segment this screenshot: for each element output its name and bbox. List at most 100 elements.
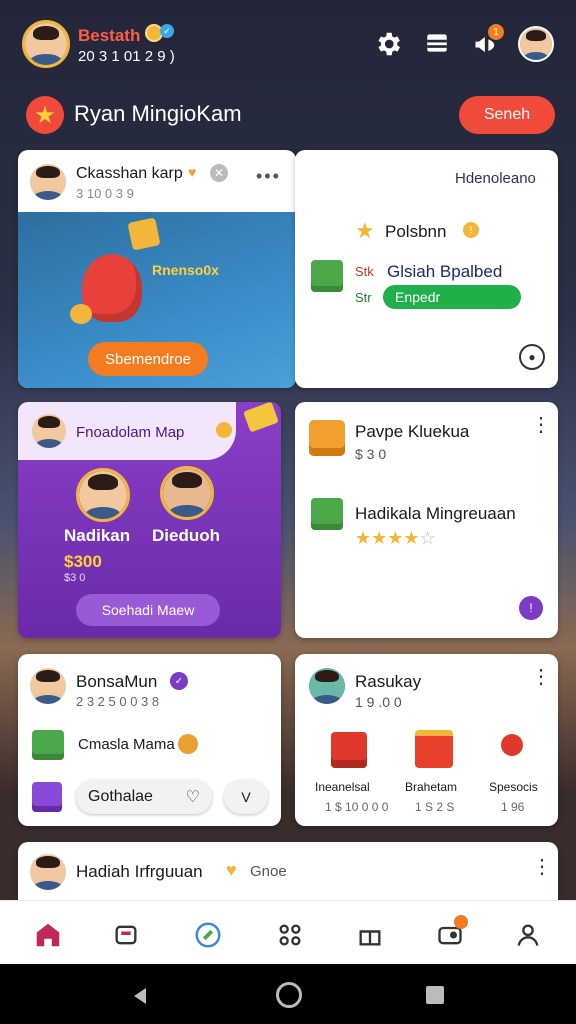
nav-explore-icon[interactable] [188,915,228,955]
more-options-icon[interactable]: ⋮ [532,857,552,877]
coin-icon [216,422,232,438]
nav-profile-icon[interactable] [508,915,548,955]
progress-label: Enpedr [395,289,441,305]
info-icon: ! [463,222,479,238]
location-pin-icon[interactable]: ● [519,344,545,370]
nav-messages-badge [454,915,468,929]
friend-item-label: Cmasla Mama [78,736,175,753]
nav-gift-icon[interactable] [350,915,390,955]
bottom-navigation [0,900,576,964]
coin-bag-icon [178,734,198,754]
gift-value: 1 $ 10 0 0 0 [325,800,389,814]
gift-shop-card[interactable]: Rasukay 1 9 .0 0 ⋮ Ineanelsal 1 $ 10 0 0… [295,654,558,826]
friend-pill-label: Gothalae [88,788,153,805]
gift-item[interactable]: Ineanelsal 1 $ 10 0 0 0 [309,728,391,818]
top-bar: Bestath ✓ 20 3 1 01 2 9 ) 1 [0,0,576,88]
prize-avatar [30,854,66,890]
gift-name: Ineanelsal [315,780,370,794]
banner-action-button[interactable]: Sbemendroe [88,342,208,376]
gift-value: 1 S 2 S [415,800,455,814]
page-title: Ryan MingioKam [74,101,242,126]
game-card[interactable]: Ckasshan karp ♥ ✕ ••• 3 10 0 3 9 Rnenso0… [18,150,296,388]
heart-icon: ♥ [188,164,197,180]
card-title: Ckasshan karp [76,165,183,182]
banner-action-label: Sbemendroe [105,350,191,368]
coin-stack-image [70,304,92,324]
friend-pill2-button[interactable]: V [224,780,268,814]
event-action-label: Soehadi Maew [101,602,195,618]
settings-gear-icon[interactable] [372,28,404,60]
quest-card[interactable]: Pavpe Kluekua $ 3 0 ⋮ Hadikala Mingreuaa… [295,402,558,638]
prize-suffix: Gnoe [250,863,287,880]
nav-home-icon[interactable] [28,915,68,955]
gift-green-icon [311,260,343,292]
gift-green-icon [32,730,64,760]
more-options-icon[interactable]: ⋮ [531,667,551,687]
gift-green-icon [311,498,343,530]
quest-title: Pavpe Kluekua [355,422,470,441]
event-amount: $300 [64,552,102,571]
shop-avatar [309,668,345,704]
red-chest-icon [331,732,367,768]
verified-icon: ✓ [170,672,188,690]
title-action-button[interactable]: Seneh [459,96,555,134]
prize-title: Hadiah Irfrguuan [76,862,203,881]
player1-name: Nadikan [64,526,131,545]
recents-square-icon[interactable] [426,986,444,1004]
close-icon[interactable]: ✕ [210,164,228,182]
gift-box-image [127,217,161,251]
quest-subtitle: $ 3 0 [355,446,387,462]
event-card[interactable]: Fnoadolam Map Nadikan Dieduoh $300 $3 0 … [18,402,281,638]
wallet-icon[interactable] [422,28,452,58]
rewards-card[interactable]: Hdenoleano ★ Polsbnn ! Stk Glsiah Bpalbe… [295,150,558,388]
promo-label: Rnenso0x [152,262,219,278]
star-icon: ★ [355,218,375,243]
gift-item[interactable]: Spesocis 1 96 [481,728,553,818]
user-avatar[interactable] [22,20,70,68]
back-icon[interactable] [128,984,152,1008]
red-gift-box-icon [415,730,453,768]
user-name: Bestath [78,26,141,45]
game-banner: Rnenso0x Sbemendroe [18,212,296,388]
profile-avatar[interactable] [518,26,554,62]
nav-apps-icon[interactable] [270,915,310,955]
friend-card[interactable]: BonsaMun ✓ 2 3 2 5 0 0 3 8 Cmasla Mama G… [18,654,281,826]
event-action-button[interactable]: Soehadi Maew [76,594,220,626]
gift-purple-icon [32,782,62,812]
home-circle-icon[interactable] [276,982,302,1008]
shop-title: Rasukay [355,672,422,691]
heart-outline-icon: ♡ [185,789,200,806]
nav-inbox-icon[interactable] [106,915,146,955]
chest-icon [309,420,345,456]
card-subtitle: 3 10 0 3 9 [76,186,134,201]
player1-avatar [76,468,130,522]
reward-item-label: Polsbnn [385,222,447,241]
player2-avatar [160,466,214,520]
event-banner-label: Fnoadolam Map [76,424,185,441]
notification-badge: 1 [488,24,504,40]
friend-avatar [30,668,66,704]
friend-pill-button[interactable]: Gothalae ♡ [76,780,212,814]
card-avatar [30,164,66,200]
verified-icon: ✓ [160,24,174,38]
microphone-icon [501,734,523,756]
friend-pill2-label: V [241,789,251,805]
gift-name: Spesocis [489,780,538,794]
gold-bar-image [243,402,279,433]
quest-item-label: Hadikala Mingreuaan [355,504,516,523]
user-sub: 20 3 1 01 2 9 ) [78,48,175,65]
player2-name: Dieduoh [152,526,220,545]
event-avatar [32,414,66,448]
star-badge-icon: ★ [26,96,64,134]
more-options-icon[interactable]: ••• [256,166,281,187]
gift-value: 1 96 [501,800,525,814]
heart-icon: ♥ [226,860,237,880]
friend-title: BonsaMun [76,672,158,691]
gift-item[interactable]: Brahetam 1 S 2 S [399,728,475,818]
purple-info-icon[interactable]: ! [519,596,543,620]
shop-subtitle: 1 9 .0 0 [355,694,402,710]
star-rating: ★★★★☆ [355,528,436,548]
progress-prefix: Str [355,290,372,305]
more-options-icon[interactable]: ⋮ [531,415,551,435]
system-navigation-bar [0,964,576,1024]
